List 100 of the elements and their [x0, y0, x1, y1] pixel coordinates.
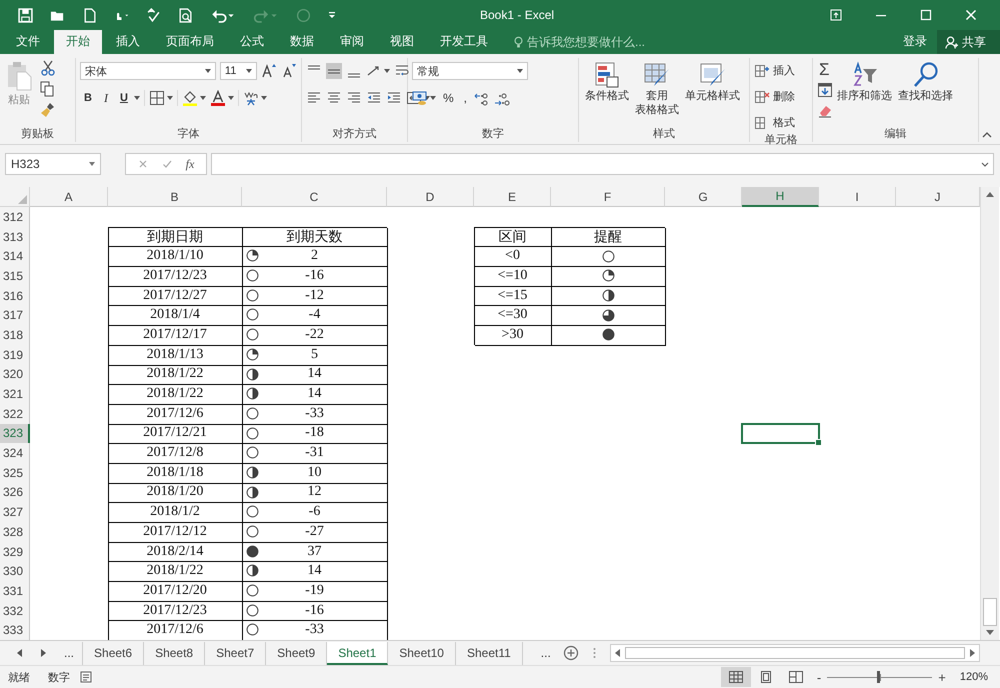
currency-icon[interactable] — [412, 90, 428, 106]
font-name-field[interactable]: 宋体 — [80, 62, 216, 80]
row-header[interactable]: 314 — [0, 246, 30, 266]
ribbon-tab[interactable]: 开发工具 — [428, 30, 500, 54]
phonetic-guide-icon[interactable] — [242, 90, 259, 106]
editing-button[interactable]: 查找和选择 — [896, 61, 955, 103]
ribbon-tab[interactable]: 审阅 — [328, 30, 376, 54]
cells-button[interactable]: 格式 — [754, 113, 808, 132]
sheet-tab[interactable]: Sheet1 — [327, 642, 388, 664]
zoom-thumb[interactable] — [876, 671, 880, 683]
column-header[interactable]: I — [819, 187, 896, 207]
row-header[interactable]: 318 — [0, 325, 30, 345]
save-icon[interactable] — [18, 8, 33, 22]
row-header[interactable]: 319 — [0, 344, 30, 364]
dropdown-icon[interactable] — [260, 96, 267, 100]
column-header[interactable]: F — [551, 187, 665, 207]
cells-button[interactable]: 插入 — [754, 61, 808, 80]
column-header[interactable]: A — [30, 187, 108, 207]
name-box[interactable]: H323 — [5, 153, 101, 175]
shrink-font-icon[interactable] — [281, 63, 297, 79]
scroll-up-icon[interactable] — [986, 191, 994, 197]
row-header[interactable]: 332 — [0, 600, 30, 620]
ribbon-tab[interactable]: 文件 — [4, 30, 52, 54]
more-sheets-button[interactable]: ... — [540, 646, 551, 660]
active-cell[interactable] — [741, 422, 820, 444]
fill-color-icon[interactable] — [182, 90, 198, 106]
row-header[interactable]: 321 — [0, 384, 30, 404]
fill-down-icon[interactable] — [817, 82, 833, 98]
row-header[interactable]: 330 — [0, 561, 30, 582]
ribbon-display-icon[interactable] — [830, 9, 842, 21]
row-header[interactable]: 324 — [0, 443, 30, 463]
column-header[interactable]: J — [896, 187, 980, 207]
row-header[interactable]: 320 — [0, 364, 30, 384]
ribbon-tab[interactable]: 视图 — [378, 30, 426, 54]
macro-record-icon[interactable] — [80, 671, 92, 683]
dropdown-icon[interactable] — [228, 96, 234, 100]
more-sheets-button[interactable]: ... — [64, 646, 74, 660]
scroll-left-icon[interactable] — [614, 649, 621, 657]
view-button[interactable] — [720, 667, 751, 687]
maximize-icon[interactable] — [920, 9, 932, 21]
horizontal-scrollbar[interactable] — [610, 644, 980, 662]
column-header[interactable]: B — [108, 187, 242, 207]
row-header[interactable]: 317 — [0, 305, 30, 326]
zoom-in-button[interactable]: + — [938, 670, 946, 684]
ribbon-tab[interactable]: 公式 — [228, 30, 276, 54]
sign-in-link[interactable]: 登录 — [893, 30, 937, 54]
row-header[interactable]: 331 — [0, 581, 30, 601]
ribbon-tab[interactable]: 插入 — [104, 30, 152, 54]
spell-check-icon[interactable] — [146, 8, 161, 22]
scissors-icon[interactable] — [40, 60, 56, 76]
row-header[interactable]: 315 — [0, 266, 30, 286]
row-header[interactable]: 323 — [0, 424, 30, 444]
print-preview-icon[interactable] — [178, 8, 193, 22]
font-style-button[interactable]: B — [80, 89, 96, 107]
column-header[interactable]: C — [242, 187, 387, 207]
dropdown-icon[interactable] — [166, 96, 173, 100]
dropdown-icon[interactable] — [384, 69, 390, 73]
font-color-icon[interactable] — [210, 90, 226, 106]
scroll-right-icon[interactable] — [969, 649, 975, 657]
dropdown-icon[interactable] — [200, 96, 206, 100]
customize-caret-icon[interactable] — [328, 11, 336, 19]
percent-button[interactable]: % — [440, 91, 457, 105]
number-format-field[interactable]: 常规 — [412, 62, 528, 80]
column-header[interactable]: H — [742, 187, 819, 207]
column-header[interactable]: E — [474, 187, 551, 207]
collapse-ribbon-icon[interactable] — [982, 132, 992, 138]
font-style-button[interactable]: U — [116, 89, 132, 107]
align-middle-icon[interactable] — [326, 63, 342, 79]
row-header[interactable]: 316 — [0, 286, 30, 306]
row-header[interactable]: 326 — [0, 482, 30, 502]
row-header[interactable]: 328 — [0, 522, 30, 542]
vertical-scrollbar[interactable] — [980, 187, 999, 640]
close-icon[interactable] — [965, 9, 977, 21]
scroll-down-icon[interactable] — [986, 630, 994, 636]
autosum-button[interactable]: Σ — [817, 61, 832, 78]
formula-field[interactable] — [211, 153, 994, 175]
borders-icon[interactable] — [148, 90, 165, 106]
scroll-thumb[interactable] — [983, 598, 997, 626]
copy-icon[interactable] — [40, 81, 56, 97]
tell-me-field[interactable]: 告诉我您想要做什么... — [527, 35, 677, 49]
ribbon-tab[interactable]: 页面布局 — [154, 30, 226, 54]
zoom-level[interactable]: 120% — [960, 671, 988, 683]
font-style-button[interactable]: I — [100, 89, 112, 107]
format-painter-icon[interactable] — [40, 102, 56, 118]
style-button[interactable]: 单元格样式 — [683, 61, 742, 103]
ribbon-tab[interactable]: 数据 — [278, 30, 326, 54]
comma-button[interactable]: , — [460, 91, 470, 105]
dropdown-icon[interactable] — [134, 96, 140, 100]
row-header[interactable]: 333 — [0, 620, 30, 640]
row-header[interactable]: 327 — [0, 502, 30, 522]
cells-button[interactable]: 删除 — [754, 87, 808, 106]
row-header[interactable]: 329 — [0, 542, 30, 562]
column-header[interactable]: G — [665, 187, 742, 207]
ribbon-tab[interactable]: 开始 — [54, 30, 102, 54]
zoom-out-button[interactable]: - — [816, 670, 822, 684]
editing-button[interactable]: 排序和筛选 — [835, 61, 894, 103]
merge-cells-icon[interactable] — [406, 90, 422, 106]
next-sheet-icon[interactable] — [40, 649, 46, 657]
row-header[interactable]: 313 — [0, 226, 30, 246]
row-header[interactable]: 312 — [0, 207, 30, 227]
